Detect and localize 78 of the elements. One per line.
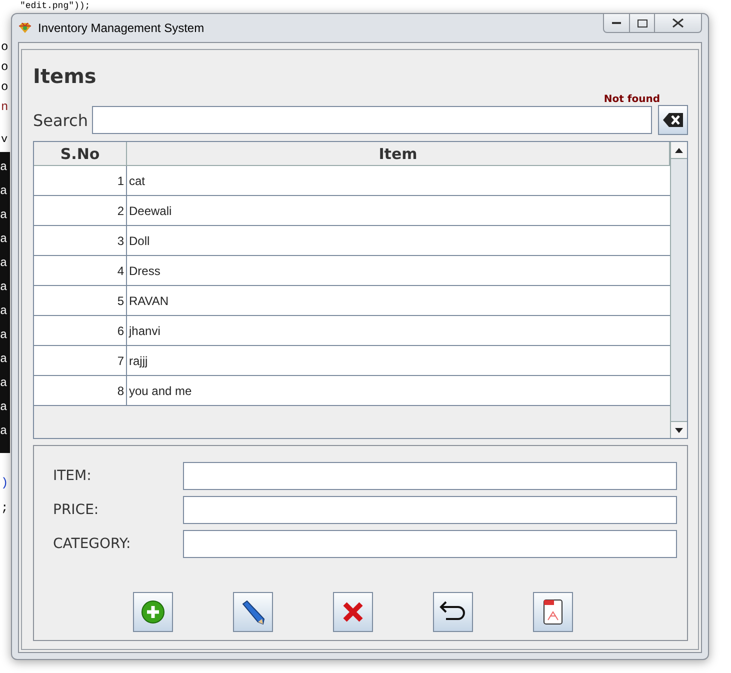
app-logo-icon [18, 22, 32, 34]
table-cell: 5 [34, 286, 127, 315]
page-heading: Items [33, 64, 98, 88]
table-cell: 7 [34, 346, 127, 375]
table-cell-text: rajjj [128, 352, 149, 370]
table-row[interactable]: 2 Deewali [34, 196, 670, 226]
pencil-icon [240, 599, 266, 625]
backspace-icon [662, 112, 684, 128]
column-header[interactable]: Item [127, 142, 670, 166]
table-row[interactable]: 7 rajjj [34, 346, 670, 376]
console-text: a [0, 423, 8, 440]
field-label: PRICE: [53, 502, 100, 518]
console-text: a [0, 303, 8, 320]
code-text: o [1, 60, 8, 74]
status-message: Not found [604, 94, 660, 105]
pdf-file-icon [542, 598, 564, 626]
tab-label: v [1, 134, 8, 148]
add-button[interactable] [133, 592, 173, 632]
console-text: a [0, 159, 8, 176]
code-text: o [1, 80, 8, 94]
table-cell: 3 [34, 226, 127, 255]
console-text: a [0, 279, 8, 296]
delete-button[interactable] [333, 592, 373, 632]
search-field[interactable] [92, 106, 652, 134]
table-cell-text: Dress [128, 262, 162, 280]
minimize-icon [612, 21, 622, 25]
table-row[interactable]: 1 cat [34, 166, 670, 196]
clear-button[interactable] [658, 105, 688, 135]
scrollbar[interactable] [670, 142, 687, 438]
console-text: a [0, 231, 8, 248]
table-cell: 1 [34, 166, 127, 195]
table-cell: 8 [34, 376, 127, 405]
cross-icon [341, 600, 365, 624]
console-text: a [0, 399, 8, 416]
code-text: "edit.png")); [20, 1, 90, 12]
table-cell-text: you and me [128, 382, 193, 400]
table-row[interactable]: 4 Dress [34, 256, 670, 286]
close-button[interactable] [654, 14, 702, 33]
code-text: ; [1, 501, 8, 516]
console-text: a [0, 375, 8, 392]
table-row[interactable]: 3 Doll [34, 226, 670, 256]
table-row[interactable]: 8 you and me [34, 376, 670, 406]
table-cell: 4 [34, 256, 127, 285]
table-cell-text: Doll [128, 232, 151, 250]
field-label: CATEGORY: [53, 536, 132, 552]
code-text: ) [1, 476, 8, 490]
close-icon [672, 18, 684, 28]
maximize-icon [636, 18, 648, 28]
field-label: ITEM: [53, 468, 92, 484]
code-text: n [1, 100, 8, 114]
console-text: a [0, 351, 8, 368]
minimize-button[interactable] [603, 14, 630, 33]
console-text: a [0, 183, 8, 200]
table-cell-text: Deewali [128, 202, 173, 220]
input-field[interactable] [183, 530, 677, 558]
table-cell: 2 [34, 196, 127, 225]
pdf-button[interactable] [533, 592, 573, 632]
table-cell-text: RAVAN [128, 292, 170, 310]
maximize-button[interactable] [629, 14, 655, 33]
table-cell: 6 [34, 316, 127, 345]
scroll-up-icon [675, 148, 683, 152]
table-row[interactable]: 6 jhanvi [34, 316, 670, 346]
table-row[interactable]: 5 RAVAN [34, 286, 670, 316]
input-field[interactable] [183, 462, 677, 490]
plus-icon [141, 600, 165, 624]
scroll-down-icon [675, 428, 683, 432]
window-title: Inventory Management System [38, 21, 206, 35]
table-cell-text: jhanvi [128, 322, 162, 340]
input-field[interactable] [183, 496, 677, 524]
search-label: Search [33, 110, 88, 130]
edit-button[interactable] [233, 592, 273, 632]
console-text: a [0, 255, 8, 272]
code-text: o [1, 40, 8, 54]
console-text: a [0, 207, 8, 224]
undo-button[interactable] [433, 592, 473, 632]
console-text: a [0, 327, 8, 344]
column-header[interactable]: S.No [34, 142, 127, 166]
table-cell-text: cat [128, 172, 146, 190]
